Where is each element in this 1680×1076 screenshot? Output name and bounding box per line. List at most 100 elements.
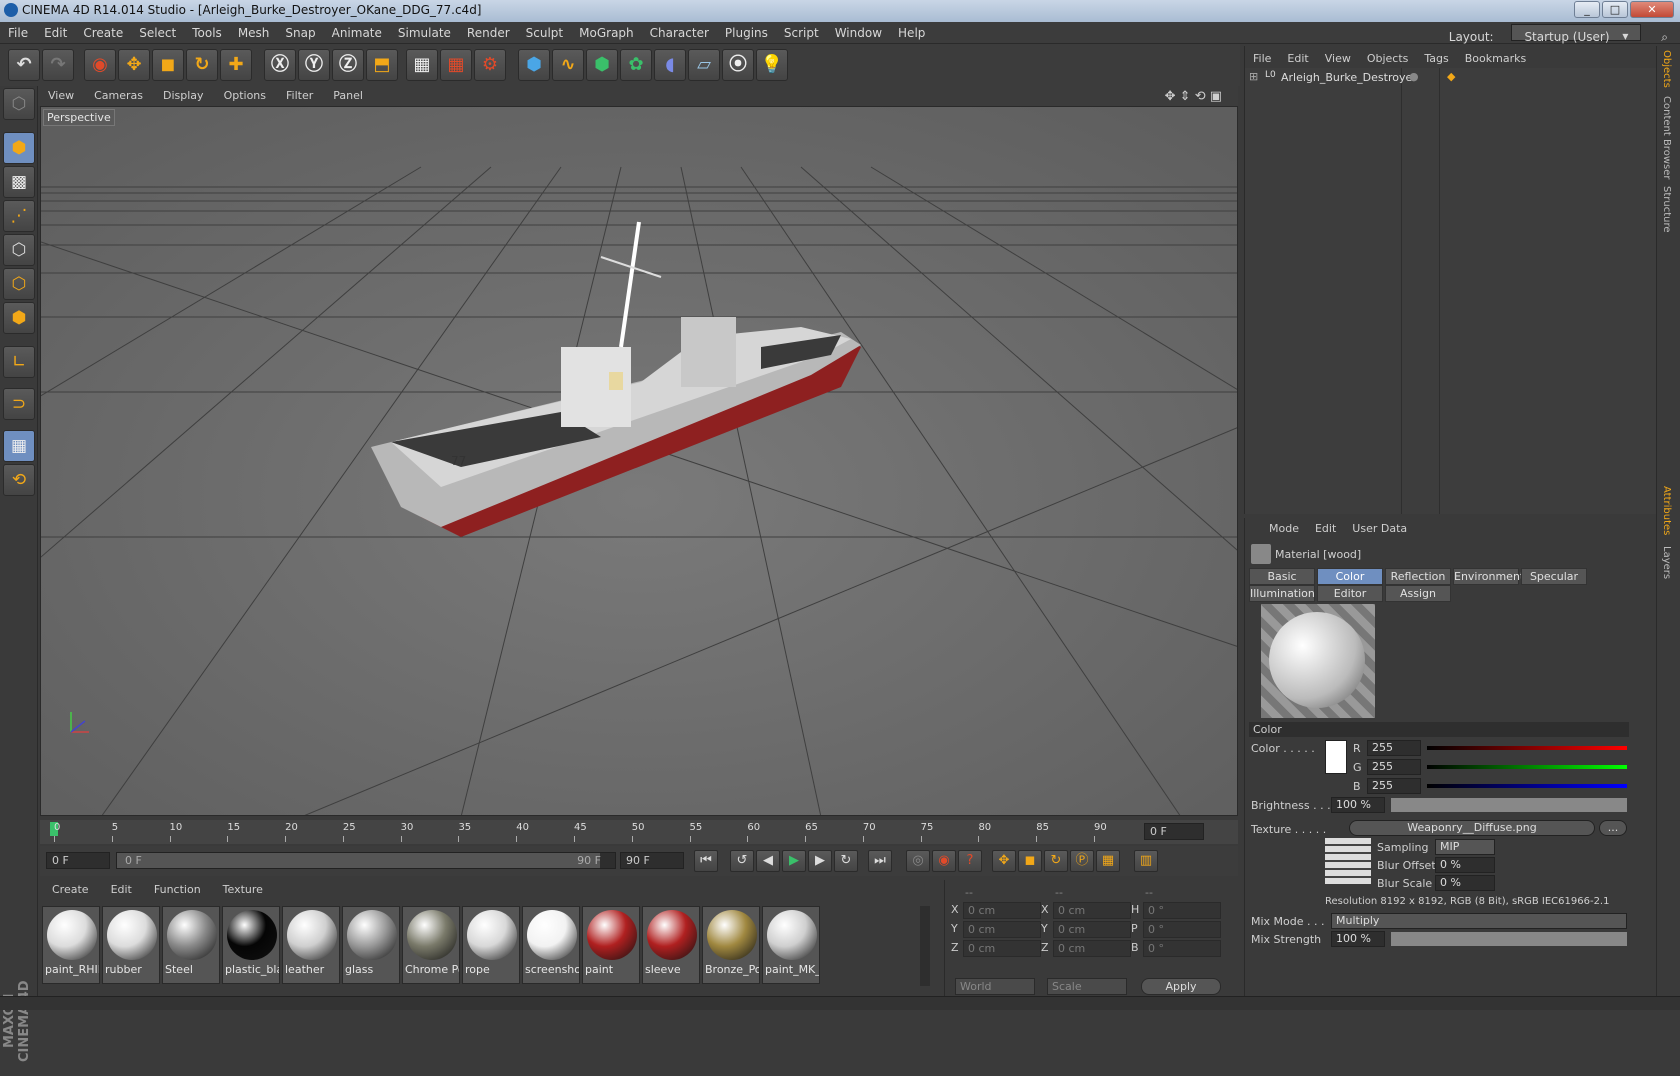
material-swatch[interactable]: paint_RHIB: [42, 906, 100, 984]
end-frame-field[interactable]: 90 F: [620, 852, 684, 869]
menu-mograph[interactable]: MoGraph: [571, 22, 642, 40]
material-swatch[interactable]: leather: [282, 906, 340, 984]
coord-field[interactable]: 0 °: [1143, 902, 1221, 919]
coord-world-dropdown[interactable]: World: [955, 978, 1035, 995]
layout-dropdown[interactable]: Startup (User) ▾: [1511, 24, 1642, 44]
viewport-menu-display[interactable]: Display: [153, 86, 214, 102]
snap-icon[interactable]: ⟲: [3, 464, 35, 496]
object-menu-file[interactable]: File: [1245, 46, 1279, 65]
r-field[interactable]: 255: [1367, 740, 1421, 756]
model-mode-icon[interactable]: ⬢: [3, 132, 35, 164]
viewport-menu-cameras[interactable]: Cameras: [84, 86, 153, 102]
coord-field[interactable]: 0 cm: [963, 940, 1041, 957]
deformer-icon[interactable]: ◖: [654, 49, 686, 81]
menu-character[interactable]: Character: [642, 22, 717, 40]
live-selection-icon[interactable]: ◉: [84, 49, 116, 81]
menu-sculpt[interactable]: Sculpt: [518, 22, 571, 40]
perspective-viewport[interactable]: 77 Perspective: [40, 106, 1238, 816]
color-swatch[interactable]: [1325, 740, 1347, 774]
coord-field[interactable]: 0 °: [1143, 940, 1221, 957]
menu-window[interactable]: Window: [827, 22, 890, 40]
expand-icon[interactable]: ⊞: [1249, 70, 1258, 83]
mix-strength-field[interactable]: 100 %: [1331, 931, 1385, 947]
z-axis-icon[interactable]: Ⓩ: [332, 49, 364, 81]
render-settings-icon[interactable]: ⚙: [474, 49, 506, 81]
coord-apply-button[interactable]: Apply: [1141, 978, 1221, 995]
timeline-window-icon[interactable]: ▥: [1134, 850, 1158, 872]
blur-offset-field[interactable]: 0 %: [1435, 857, 1495, 873]
material-swatch[interactable]: glass: [342, 906, 400, 984]
menu-mesh[interactable]: Mesh: [230, 22, 278, 40]
material-swatch[interactable]: Steel: [162, 906, 220, 984]
brightness-field[interactable]: 100 %: [1331, 797, 1385, 813]
play-icon[interactable]: ▶: [782, 850, 806, 872]
attribute-menu-edit[interactable]: Edit: [1307, 518, 1344, 535]
g-field[interactable]: 255: [1367, 759, 1421, 775]
mix-strength-slider[interactable]: [1391, 932, 1627, 946]
object-menu-objects[interactable]: Objects: [1359, 46, 1417, 65]
rotate-icon[interactable]: ↻: [186, 49, 218, 81]
material-scrollbar[interactable]: [920, 906, 930, 986]
material-swatch[interactable]: Bronze_Pol: [702, 906, 760, 984]
next-frame-icon[interactable]: ▶: [808, 850, 832, 872]
coord-field[interactable]: 0 °: [1143, 921, 1221, 938]
blur-scale-field[interactable]: 0 %: [1435, 875, 1495, 891]
redo-icon[interactable]: ↷: [42, 49, 74, 81]
key-rotation-icon[interactable]: ↻: [1044, 850, 1068, 872]
material-swatch[interactable]: rubber: [102, 906, 160, 984]
axis-mode-icon[interactable]: ∟: [3, 346, 35, 378]
b-slider[interactable]: [1427, 784, 1627, 788]
coord-field[interactable]: 0 cm: [963, 921, 1041, 938]
go-to-start-icon[interactable]: ⏮: [694, 850, 718, 872]
object-menu-view[interactable]: View: [1317, 46, 1359, 65]
material-swatch[interactable]: sleeve: [642, 906, 700, 984]
menu-create[interactable]: Create: [75, 22, 131, 40]
material-swatch[interactable]: paint_MK_3: [762, 906, 820, 984]
add-icon[interactable]: ✚: [220, 49, 252, 81]
object-menu-tags[interactable]: Tags: [1416, 46, 1456, 65]
maximize-button[interactable]: □: [1602, 1, 1628, 18]
make-editable-icon[interactable]: ⬡: [3, 88, 35, 120]
menu-snap[interactable]: Snap: [277, 22, 323, 40]
menu-animate[interactable]: Animate: [324, 22, 390, 40]
side-tab-objects[interactable]: Objects: [1661, 50, 1672, 88]
menu-select[interactable]: Select: [131, 22, 184, 40]
nurbs-icon[interactable]: ⬢: [586, 49, 618, 81]
object-menu-bookmarks[interactable]: Bookmarks: [1457, 46, 1534, 65]
visibility-dots-icon[interactable]: ●: [1409, 70, 1419, 83]
workplane-lock-icon[interactable]: ▦: [3, 430, 35, 462]
tab-assign[interactable]: Assign: [1385, 585, 1451, 602]
light-icon[interactable]: 💡: [756, 49, 788, 81]
menu-script[interactable]: Script: [776, 22, 827, 40]
tab-specular[interactable]: Specular: [1521, 568, 1587, 585]
viewport-menu-options[interactable]: Options: [214, 86, 276, 102]
attribute-menu-mode[interactable]: Mode: [1245, 518, 1307, 535]
object-menu-edit[interactable]: Edit: [1279, 46, 1316, 65]
timeline-ruler[interactable]: 0 5 10 15 20 25 30 35 40 45 50 55 60 65 70 75 80 85 90 0 F: [40, 820, 1238, 844]
object-row[interactable]: ⊞ L0 Arleigh_Burke_Destroyer ● ◆: [1249, 70, 1649, 86]
brightness-slider[interactable]: [1391, 798, 1627, 812]
array-icon[interactable]: ✿: [620, 49, 652, 81]
mix-mode-dropdown[interactable]: Multiply: [1331, 913, 1627, 929]
coord-field[interactable]: 0 cm: [963, 902, 1041, 919]
tab-environment[interactable]: Environment: [1453, 568, 1524, 585]
material-menu-edit[interactable]: Edit: [99, 880, 142, 896]
attribute-menu-user-data[interactable]: User Data: [1344, 518, 1415, 535]
spline-icon[interactable]: ∿: [552, 49, 584, 81]
material-swatch[interactable]: screenshot: [522, 906, 580, 984]
record-icon[interactable]: ◎: [906, 850, 930, 872]
undo-icon[interactable]: ↶: [8, 49, 40, 81]
start-frame-field[interactable]: 0 F: [46, 852, 110, 869]
key-pla-icon[interactable]: ▦: [1096, 850, 1120, 872]
menu-tools[interactable]: Tools: [184, 22, 230, 40]
texture-button[interactable]: Weaponry__Diffuse.png: [1349, 820, 1595, 836]
render-view-icon[interactable]: ▦: [406, 49, 438, 81]
menu-edit[interactable]: Edit: [36, 22, 75, 40]
previous-key-icon[interactable]: ↺: [730, 850, 754, 872]
menu-plugins[interactable]: Plugins: [717, 22, 776, 40]
sampling-dropdown[interactable]: MIP: [1435, 839, 1495, 855]
coord-scale-dropdown[interactable]: Scale: [1047, 978, 1127, 995]
search-icon[interactable]: ⌕: [1653, 26, 1676, 45]
move-icon[interactable]: ✥: [118, 49, 150, 81]
side-tab-structure[interactable]: Structure: [1661, 186, 1672, 233]
